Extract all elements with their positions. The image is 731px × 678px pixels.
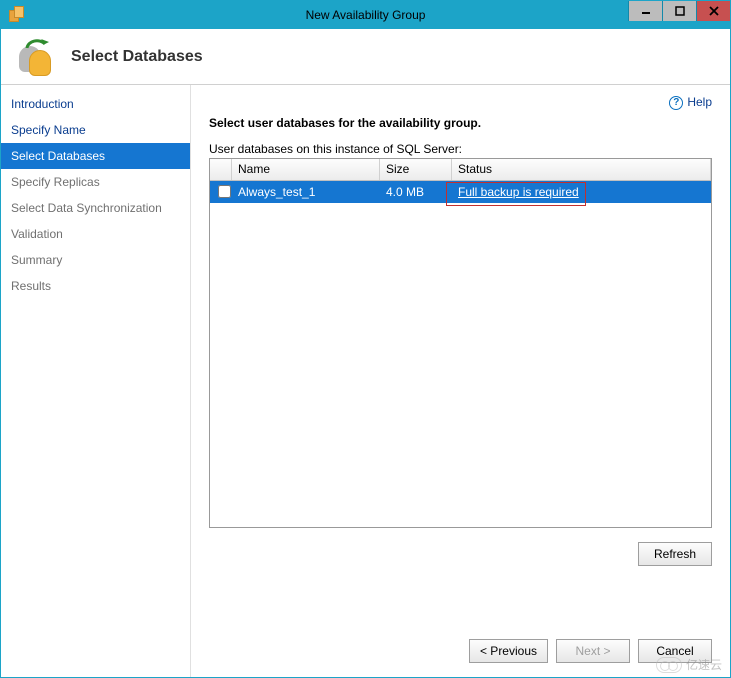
row-checkbox[interactable] [218, 185, 231, 198]
sidebar-item-results[interactable]: Results [1, 273, 190, 299]
table-header: Name Size Status [210, 159, 711, 181]
sidebar-item-specify-replicas[interactable]: Specify Replicas [1, 169, 190, 195]
row-name: Always_test_1 [232, 185, 380, 199]
close-button[interactable] [696, 1, 730, 21]
row-status: Full backup is required [452, 185, 711, 199]
cancel-button[interactable]: Cancel [638, 639, 712, 663]
window-controls [628, 1, 730, 21]
arrow-icon [23, 36, 49, 54]
column-name[interactable]: Name [232, 159, 380, 180]
table-row[interactable]: Always_test_1 4.0 MB Full backup is requ… [210, 181, 711, 203]
sidebar-item-select-data-sync[interactable]: Select Data Synchronization [1, 195, 190, 221]
header-band: Select Databases [1, 29, 730, 85]
row-checkbox-cell [210, 185, 232, 198]
main-panel: ? Help Select user databases for the avai… [191, 85, 730, 677]
sidebar-item-summary[interactable]: Summary [1, 247, 190, 273]
previous-button[interactable]: < Previous [469, 639, 548, 663]
maximize-icon [675, 6, 685, 16]
column-size[interactable]: Size [380, 159, 452, 180]
close-icon [709, 6, 719, 16]
sidebar-item-introduction[interactable]: Introduction [1, 91, 190, 117]
column-status[interactable]: Status [452, 159, 711, 180]
status-link[interactable]: Full backup is required [458, 185, 579, 199]
help-icon: ? [669, 96, 683, 110]
app-icon [7, 4, 29, 26]
sidebar-item-select-databases[interactable]: Select Databases [1, 143, 190, 169]
column-checkbox[interactable] [210, 159, 232, 180]
database-table: Name Size Status Always_test_1 4.0 MB Fu… [209, 158, 712, 528]
wizard-footer-buttons: < Previous Next > Cancel [469, 639, 712, 663]
minimize-button[interactable] [628, 1, 662, 21]
main-heading: Select user databases for the availabili… [209, 116, 712, 130]
database-wizard-icon [15, 36, 57, 78]
titlebar: New Availability Group [1, 1, 730, 29]
minimize-icon [641, 6, 651, 16]
maximize-button[interactable] [662, 1, 696, 21]
help-link[interactable]: Help [687, 95, 712, 109]
page-title: Select Databases [71, 48, 203, 66]
sidebar-item-validation[interactable]: Validation [1, 221, 190, 247]
next-button: Next > [556, 639, 630, 663]
refresh-button[interactable]: Refresh [638, 542, 712, 566]
wizard-sidebar: Introduction Specify Name Select Databas… [1, 85, 191, 677]
main-subheading: User databases on this instance of SQL S… [209, 142, 712, 156]
row-size: 4.0 MB [380, 185, 452, 199]
sidebar-item-specify-name[interactable]: Specify Name [1, 117, 190, 143]
window-title: New Availability Group [306, 8, 426, 22]
